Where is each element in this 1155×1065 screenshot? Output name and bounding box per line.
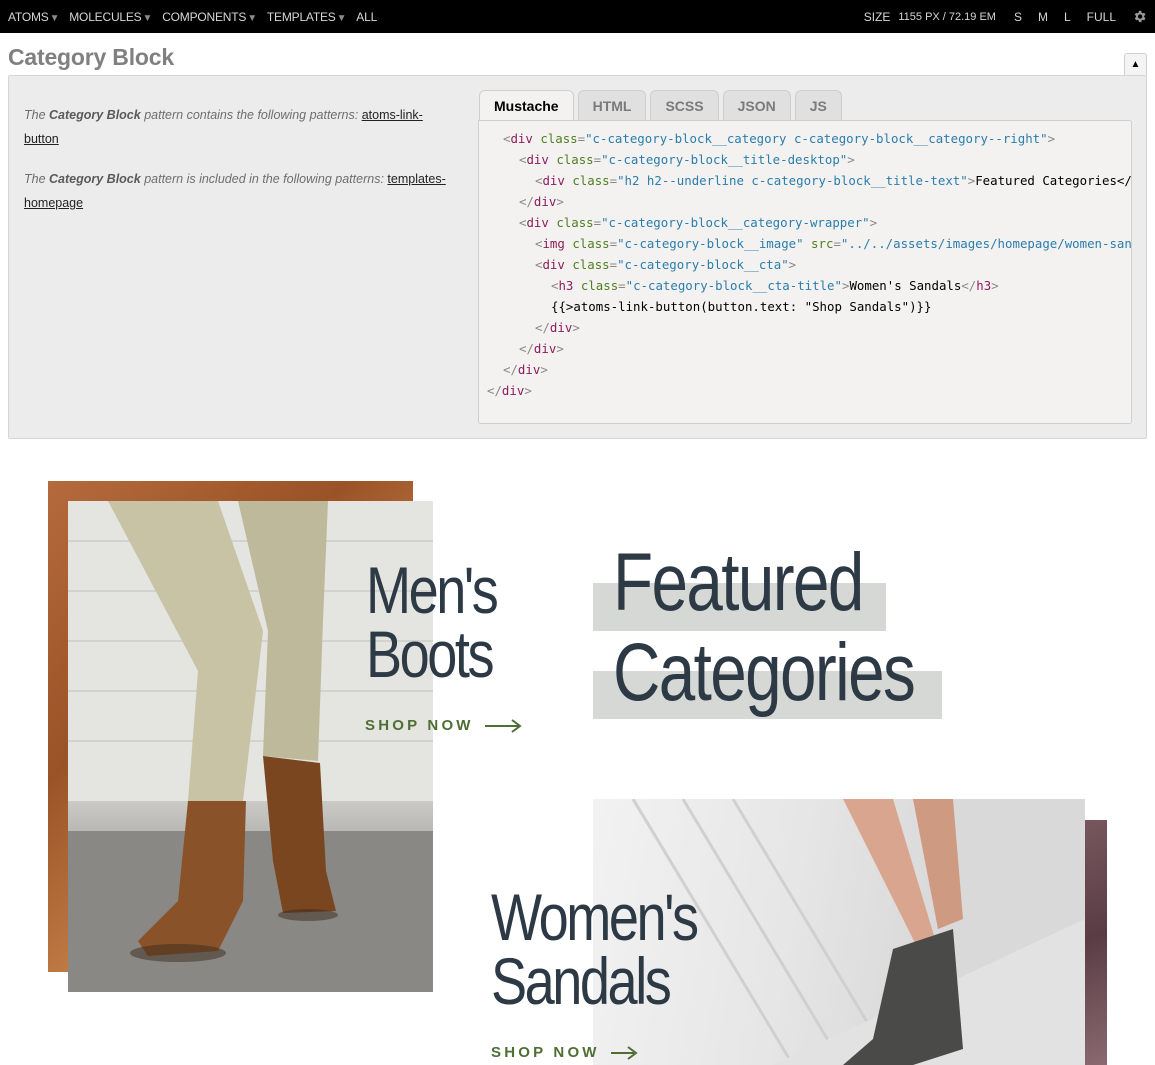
code-line: <h3 class="c-category-block__cta-title">…	[551, 278, 999, 293]
collapse-toggle-button[interactable]: ▲	[1124, 53, 1147, 75]
caret-down-icon: ▼	[247, 13, 257, 24]
nav-item-components[interactable]: COMPONENTS▼	[162, 10, 257, 24]
viewport-full-button[interactable]: FULL	[1087, 10, 1116, 24]
pattern-title: Category Block	[8, 44, 174, 70]
nav-item-molecules[interactable]: MOLECULES▼	[69, 10, 152, 24]
size-em-input[interactable]: 72.19 EM	[949, 11, 996, 23]
nav-item-atoms[interactable]: ATOMS▼	[8, 10, 59, 24]
code-line: <div class="c-category-block__category-w…	[519, 215, 878, 230]
code-line: <div class="h2 h2--underline c-category-…	[535, 173, 1132, 188]
shop-boots-link[interactable]: SHOP NOW	[365, 717, 522, 734]
viewport-m-button[interactable]: M	[1038, 10, 1048, 24]
code-line: <div class="c-category-block__cta">	[535, 257, 797, 272]
code-line: </div>	[535, 320, 580, 335]
code-line: </div>	[487, 383, 532, 398]
caret-down-icon: ▼	[49, 13, 60, 24]
tab-mustache[interactable]: Mustache	[479, 90, 574, 122]
womens-sandals-title: Women's Sandals	[491, 880, 699, 1018]
code-line: {{>atoms-link-button(button.text: "Shop …	[551, 299, 932, 314]
code-tabs: Mustache HTML SCSS JSON JS	[479, 90, 842, 122]
tab-json[interactable]: JSON	[722, 90, 791, 121]
code-viewer[interactable]: <div class="c-category-block__category c…	[478, 120, 1132, 424]
size-label: SIZE	[863, 10, 891, 24]
pattern-contains-text: The Category Block pattern contains the …	[24, 108, 423, 146]
code-line: <div class="c-category-block__category c…	[503, 131, 1056, 146]
nav-item-all[interactable]: ALL	[356, 10, 377, 24]
code-listing: <div class="c-category-block__category c…	[479, 128, 1132, 401]
code-line: </div>	[519, 194, 564, 209]
code-line: </div>	[519, 341, 564, 356]
viewport-controls: SIZE 1155 PX / 72.19 EM S M L FULL	[864, 10, 1155, 24]
nav-menu: ATOMS▼ MOLECULES▼ COMPONENTS▼ TEMPLATES▼…	[8, 10, 377, 24]
tab-html[interactable]: HTML	[577, 90, 647, 121]
viewport-l-button[interactable]: L	[1064, 10, 1071, 24]
code-line: </div>	[503, 362, 548, 377]
caret-down-icon: ▼	[142, 13, 153, 24]
gear-icon[interactable]	[1132, 9, 1147, 24]
tab-js[interactable]: JS	[794, 90, 842, 121]
code-line: <img class="c-category-block__image" src…	[535, 236, 1132, 251]
code-line: <div class="c-category-block__title-desk…	[519, 152, 855, 167]
arrow-right-icon	[484, 718, 522, 733]
tab-scss[interactable]: SCSS	[650, 90, 719, 121]
pattern-included-text: The Category Block pattern is included i…	[24, 172, 446, 210]
arrow-right-icon	[610, 1045, 638, 1060]
viewport-s-button[interactable]: S	[1014, 10, 1022, 24]
shop-sandals-link[interactable]: SHOP NOW	[491, 1044, 648, 1061]
pattern-lab-toolbar: ATOMS▼ MOLECULES▼ COMPONENTS▼ TEMPLATES▼…	[0, 0, 1155, 33]
mens-boots-title: Men's Boots	[366, 553, 499, 691]
pattern-info-panel: The Category Block pattern contains the …	[8, 75, 1147, 439]
caret-down-icon: ▼	[336, 13, 347, 24]
size-px-input[interactable]: 1155 PX /	[898, 11, 946, 23]
nav-item-templates[interactable]: TEMPLATES▼	[267, 10, 347, 24]
category-block-preview: Men's Boots SHOP NOW Featured Categories…	[0, 440, 1155, 1065]
